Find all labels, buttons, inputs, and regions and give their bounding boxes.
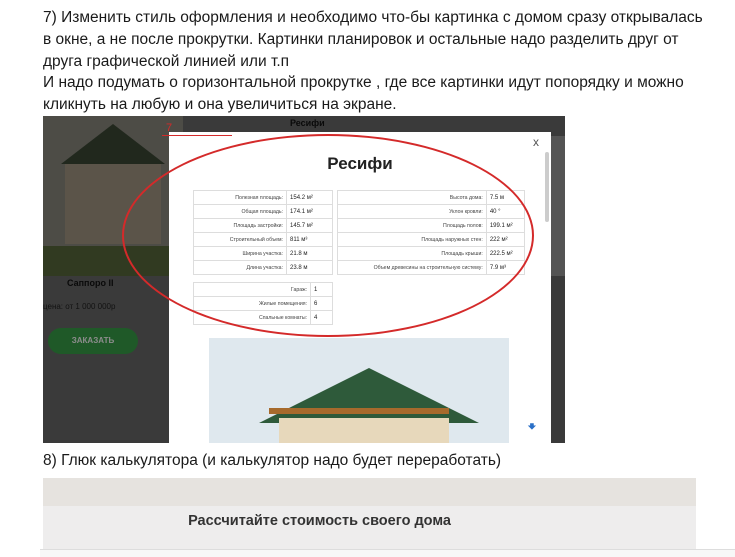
annotation-ellipse — [122, 134, 534, 337]
modal-scrollbar[interactable] — [545, 152, 549, 222]
note-item-7: 7) Изменить стиль оформления и необходим… — [43, 9, 703, 70]
annotation-line — [162, 135, 232, 136]
calculator-title: Рассчитайте стоимость своего дома — [188, 513, 451, 529]
annotation-number: 7 — [166, 122, 173, 134]
calculator-screenshot: Рассчитайте стоимость своего дома — [43, 478, 696, 556]
note-item-7-scroll: И надо подумать о горизонтальной прокрут… — [43, 74, 684, 113]
note-item-8: 8) Глюк калькулятора (и калькулятор надо… — [43, 452, 502, 469]
house-image[interactable] — [209, 338, 509, 443]
arrow-down-icon[interactable]: 🠻 — [527, 416, 537, 443]
close-icon[interactable]: x — [533, 135, 539, 149]
